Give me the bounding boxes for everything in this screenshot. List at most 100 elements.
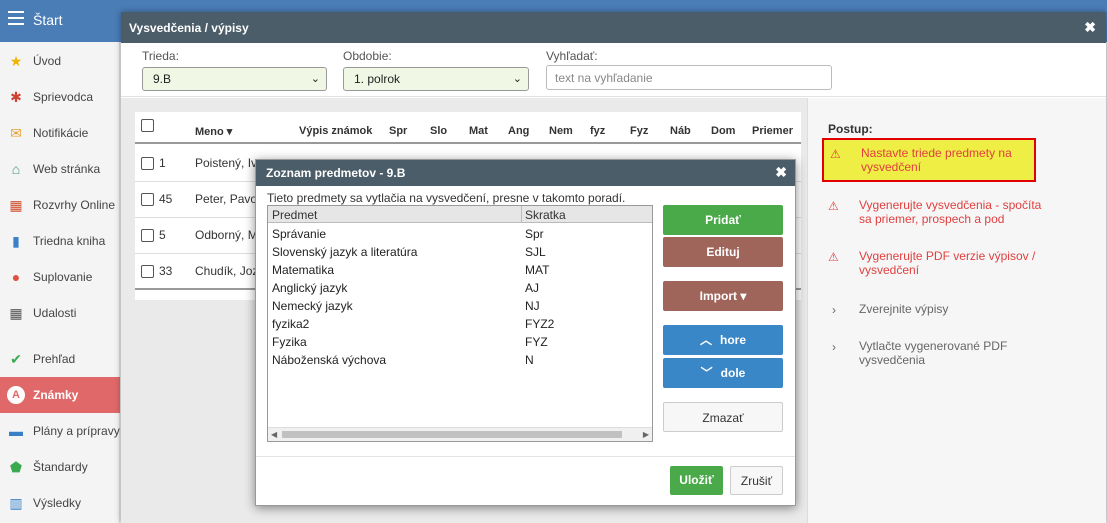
column-header-meno[interactable]: Meno ▾	[195, 125, 232, 138]
app-title[interactable]: Štart	[33, 12, 63, 28]
move-down-button[interactable]: ﹀ dole	[663, 358, 783, 388]
sidebar-item-udalosti[interactable]: ▦ Udalosti	[0, 295, 120, 331]
close-icon[interactable]: ✖	[775, 164, 787, 181]
chevron-down-icon: ﹀	[700, 366, 713, 380]
sidebar-item-label: Prehľad	[33, 352, 76, 366]
cancel-button[interactable]: Zrušiť	[730, 466, 783, 495]
trieda-select[interactable]: 9.B ⌄	[142, 67, 327, 91]
warning-icon: ⚠	[828, 250, 839, 264]
horizontal-scrollbar[interactable]: ◀ ▶	[268, 427, 652, 441]
column-header-spr[interactable]: Spr	[389, 125, 407, 137]
sidebar-item-standardy[interactable]: ⬟ Štandardy	[0, 449, 120, 485]
move-down-label: dole	[720, 366, 746, 380]
hamburger-menu-icon[interactable]	[8, 11, 24, 25]
sidebar-item-plany-a-pripravy[interactable]: ▬ Plány a prípravy	[0, 413, 120, 449]
shield-icon: ⬟	[9, 458, 23, 475]
move-up-button[interactable]: ︿ hore	[663, 325, 783, 355]
subjects-dialog-header: Zoznam predmetov - 9.B ✖	[256, 160, 795, 186]
wand-icon: ✱	[10, 88, 22, 105]
select-all-checkbox[interactable]	[141, 119, 154, 132]
sidebar-item-prehlad[interactable]: ✔ Prehľad	[0, 341, 120, 377]
person-icon: ●	[11, 269, 21, 285]
postup-title: Postup:	[828, 122, 873, 136]
subject-name: Nemecký jazyk	[272, 299, 353, 313]
scroll-right-icon[interactable]: ▶	[643, 430, 649, 439]
column-header-fyz[interactable]: Fyz	[630, 125, 648, 137]
sidebar-item-triedna-kniha[interactable]: ▮ Triedna kniha	[0, 223, 120, 259]
sidebar-item-label: Notifikácie	[33, 126, 89, 140]
step-generate-pdf[interactable]: ⚠ Vygenerujte PDF verzie výpisov / vysve…	[828, 249, 1048, 277]
step-generate-reports[interactable]: ⚠ Vygenerujte vysvedčenia - spočíta sa p…	[828, 198, 1048, 226]
step-print-pdf[interactable]: › Vytlačte vygenerované PDF vysvedčenia	[828, 339, 1048, 367]
postup-panel: Postup: ⚠ Nastavte triede predmety na vy…	[807, 98, 1106, 523]
subject-abbr: AJ	[525, 281, 540, 295]
sidebar-item-uvod[interactable]: ★ Úvod	[0, 43, 120, 79]
list-item[interactable]: Náboženská výchova N	[268, 351, 652, 369]
star-icon: ★	[9, 52, 23, 69]
column-header-slo[interactable]: Slo	[430, 125, 447, 137]
column-header-ang[interactable]: Ang	[508, 125, 529, 137]
list-item[interactable]: Anglický jazyk AJ	[268, 279, 652, 297]
step-text: Vytlačte vygenerované PDF vysvedčenia	[859, 339, 1008, 367]
sidebar-item-label: Úvod	[33, 54, 62, 68]
sidebar-item-notifikacie[interactable]: ✉ Notifikácie	[0, 115, 120, 151]
column-header-vypis[interactable]: Výpis známok	[299, 125, 372, 137]
row-checkbox[interactable]	[141, 157, 154, 170]
sidebar-item-label: Plány a prípravy	[33, 424, 120, 438]
subjects-list[interactable]: Predmet Skratka Správanie Spr Slovenský …	[267, 205, 653, 442]
check-circle-icon: ✔	[10, 350, 22, 367]
filter-bar: Trieda: 9.B ⌄ Obdobie: 1. polrok ⌄ Vyhľa…	[121, 43, 1106, 97]
row-checkbox[interactable]	[141, 193, 154, 206]
move-up-label: hore	[720, 333, 747, 347]
list-item[interactable]: Správanie Spr	[268, 225, 652, 243]
sidebar-item-label: Štandardy	[33, 460, 88, 474]
column-header-nem[interactable]: Nem	[549, 125, 573, 137]
save-button[interactable]: Uložiť	[670, 466, 723, 495]
calendar-grid-icon: ▦	[9, 304, 23, 321]
close-icon[interactable]: ✖	[1084, 19, 1096, 36]
edit-button[interactable]: Edituj	[663, 237, 783, 267]
sidebar-item-label: Sprievodca	[33, 90, 94, 104]
list-item[interactable]: Matematika MAT	[268, 261, 652, 279]
sidebar-item-znamky[interactable]: A Známky	[0, 377, 120, 413]
sidebar-item-suplovanie[interactable]: ● Suplovanie	[0, 259, 120, 295]
delete-button[interactable]: Zmazať	[663, 402, 783, 432]
list-item[interactable]: fyzika2 FYZ2	[268, 315, 652, 333]
column-header-predmet[interactable]: Predmet	[272, 208, 317, 222]
sidebar-item-sprievodca[interactable]: ✱ Sprievodca	[0, 79, 120, 115]
scroll-left-icon[interactable]: ◀	[271, 430, 277, 439]
grade-icon: A	[7, 386, 25, 404]
row-checkbox[interactable]	[141, 229, 154, 242]
sidebar-item-label: Výsledky	[33, 496, 82, 510]
sidebar: ★ Úvod ✱ Sprievodca ✉ Notifikácie ⌂ Web …	[0, 42, 120, 523]
step-set-subjects[interactable]: ⚠ Nastavte triede predmety na vysvedčení	[822, 138, 1036, 182]
column-header-mat[interactable]: Mat	[469, 125, 488, 137]
chevron-up-icon: ︿	[699, 333, 712, 347]
column-header-nab[interactable]: Náb	[670, 125, 691, 137]
step-publish[interactable]: › Zverejnite výpisy	[828, 302, 1048, 317]
row-checkbox[interactable]	[141, 265, 154, 278]
sidebar-item-vysledky[interactable]: ▥ Výsledky	[0, 485, 120, 521]
list-item[interactable]: Nemecký jazyk NJ	[268, 297, 652, 315]
scrollbar-thumb[interactable]	[282, 431, 622, 438]
subjects-description: Tieto predmety sa vytlačia na vysvedčení…	[267, 191, 626, 205]
envelope-icon: ✉	[10, 124, 22, 141]
sidebar-item-rozvrhy-online[interactable]: ▦ Rozvrhy Online	[0, 187, 120, 223]
column-header-fyz-lower[interactable]: fyz	[590, 125, 605, 137]
column-divider	[521, 206, 522, 223]
column-header-skratka[interactable]: Skratka	[525, 208, 566, 222]
subject-name: fyzika2	[272, 317, 310, 331]
column-header-priemer[interactable]: Priemer	[752, 125, 793, 137]
obdobie-select[interactable]: 1. polrok ⌄	[343, 67, 529, 91]
list-item[interactable]: Fyzika FYZ	[268, 333, 652, 351]
import-button[interactable]: Import ▾	[663, 281, 783, 311]
column-header-dom[interactable]: Dom	[711, 125, 735, 137]
sidebar-item-label: Udalosti	[33, 306, 77, 320]
subject-name: Anglický jazyk	[272, 281, 348, 295]
list-item[interactable]: Slovenský jazyk a literatúra SJL	[268, 243, 652, 261]
warning-icon: ⚠	[830, 147, 841, 161]
sidebar-item-web-stranka[interactable]: ⌂ Web stránka	[0, 151, 120, 187]
add-button[interactable]: Pridať	[663, 205, 783, 235]
search-input[interactable]: text na vyhľadanie	[546, 65, 832, 90]
dialog-title: Vysvedčenia / výpisy	[129, 21, 249, 35]
